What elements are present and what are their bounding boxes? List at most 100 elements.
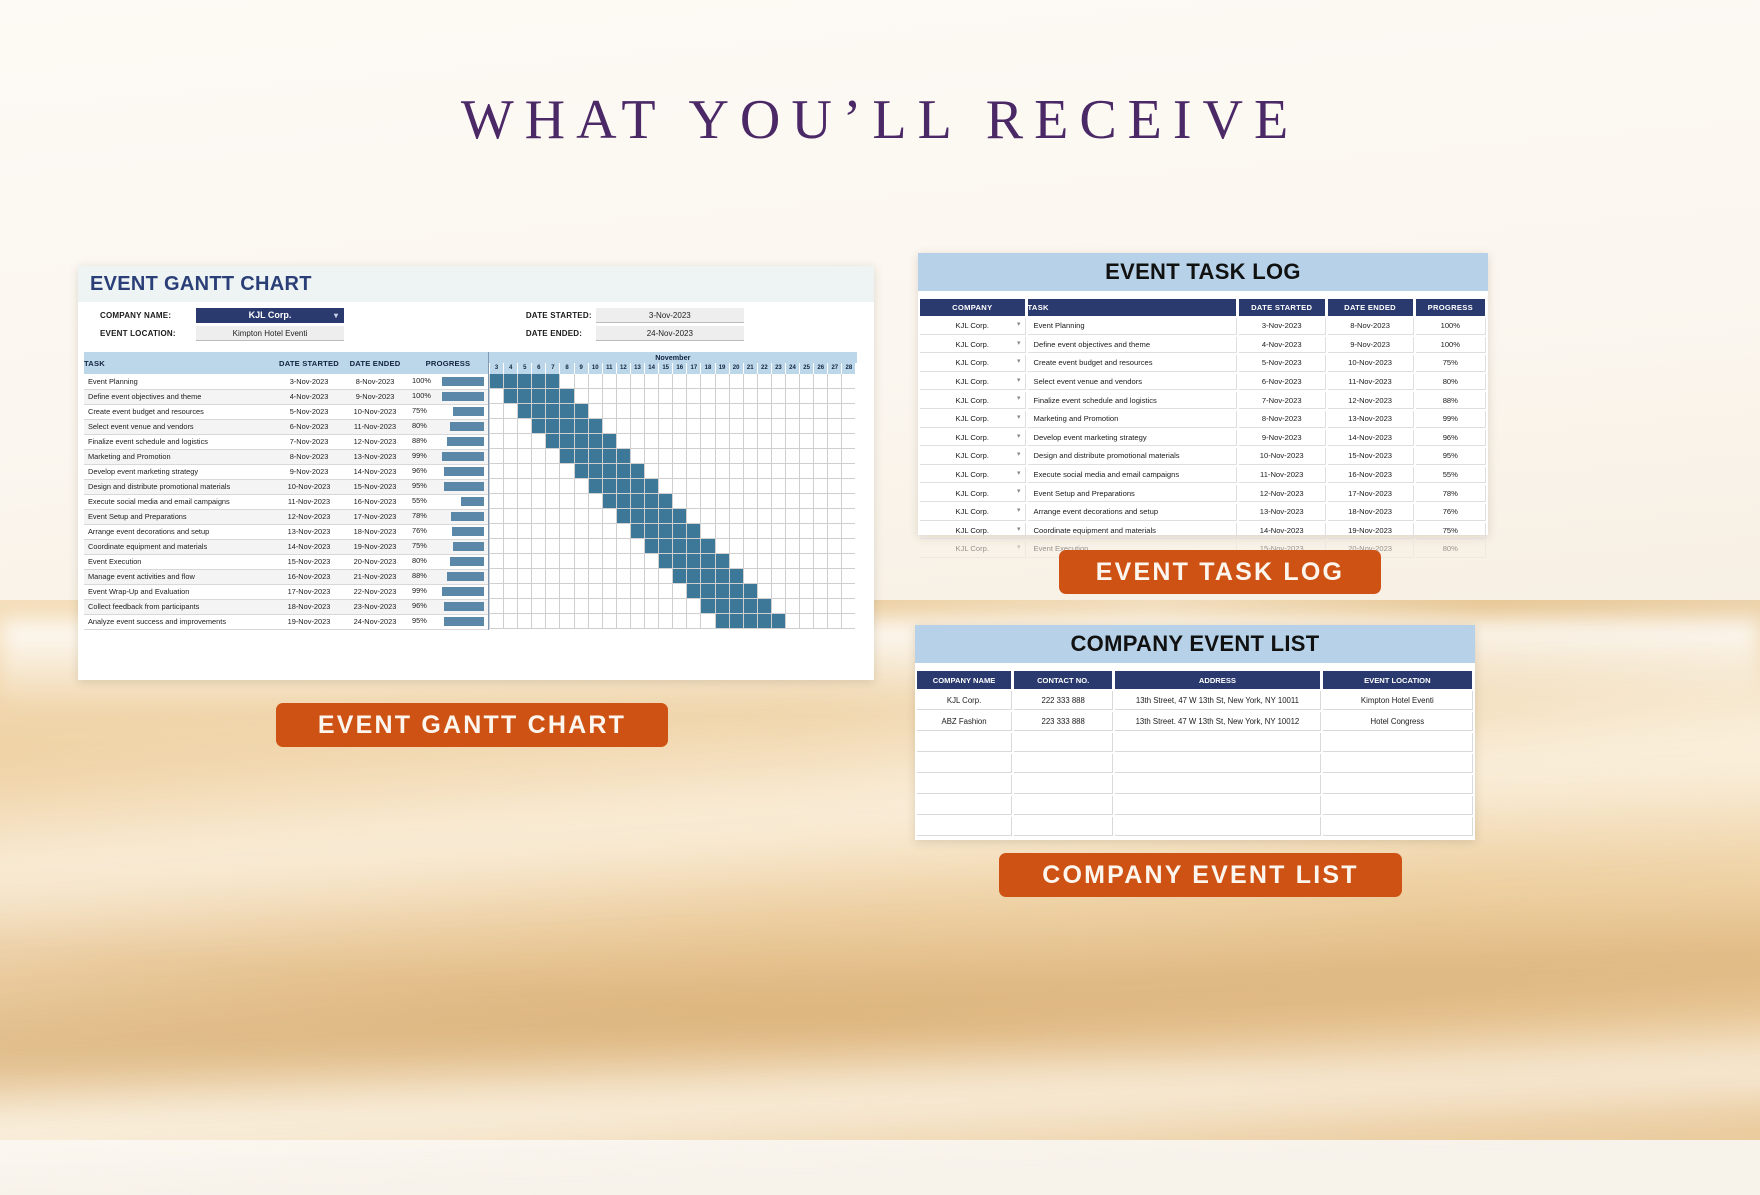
gantt-grid-cell <box>559 509 574 524</box>
company-event-list-card: COMPANY EVENT LIST COMPANY NAME CONTACT … <box>915 625 1475 840</box>
gantt-grid-cell <box>813 554 828 569</box>
gantt-grid-cell <box>545 464 560 479</box>
gantt-grid-cell <box>700 464 715 479</box>
gantt-grid-cell <box>629 404 645 419</box>
gantt-grid-cell <box>545 509 560 524</box>
complist-cell-contact: 223 333 888 <box>1014 712 1114 731</box>
gantt-grid-cell <box>601 569 616 584</box>
gantt-grid-cell <box>827 374 842 389</box>
table-row: Develop event marketing strategy 9-Nov-20… <box>84 464 488 480</box>
chevron-down-icon[interactable]: ▾ <box>1017 394 1021 402</box>
gantt-col-task: TASK <box>84 352 276 374</box>
gantt-cell-date-ended: 20-Nov-2023 <box>342 554 408 570</box>
gantt-day-cell: 19 <box>714 363 729 374</box>
gantt-cell-date-ended: 21-Nov-2023 <box>342 569 408 585</box>
table-row: KJL Corp. ▾ Event Planning 3-Nov-2023 8-Nov-… <box>920 318 1486 335</box>
chevron-down-icon[interactable]: ▾ <box>334 308 338 323</box>
tasklog-cell-progress: 100% <box>1415 318 1486 335</box>
complist-cell-address <box>1115 817 1321 836</box>
chevron-down-icon[interactable]: ▾ <box>1017 376 1021 384</box>
gantt-grid-cell <box>629 554 645 569</box>
chevron-down-icon[interactable]: ▾ <box>1017 525 1021 533</box>
tasklog-cell-company[interactable]: KJL Corp. ▾ <box>920 336 1026 354</box>
gantt-day-cell: 21 <box>742 363 757 374</box>
chevron-down-icon[interactable]: ▾ <box>1017 320 1021 328</box>
gantt-grid-cell <box>559 389 574 404</box>
gantt-cell-progress: 88% <box>408 569 488 585</box>
chevron-down-icon[interactable]: ▾ <box>1017 543 1021 551</box>
tasklog-cell-company[interactable]: KJL Corp. ▾ <box>920 485 1026 502</box>
gantt-cell-date-ended: 18-Nov-2023 <box>342 524 408 540</box>
gantt-grid-cell <box>756 494 771 509</box>
gantt-grid-cell <box>503 434 518 449</box>
gantt-grid-cell <box>545 584 560 599</box>
gantt-grid-cell <box>742 584 757 599</box>
gantt-grid-cell <box>827 449 842 464</box>
gantt-grid-cell <box>629 434 645 449</box>
gantt-day-cell: 16 <box>672 363 687 374</box>
gantt-cell-task: Event Planning <box>84 374 276 390</box>
gantt-grid-cell <box>658 569 673 584</box>
gantt-cell-date-started: 18-Nov-2023 <box>276 599 342 615</box>
tasklog-cell-company[interactable]: KJL Corp. ▾ <box>920 410 1026 428</box>
gantt-cell-date-started: 14-Nov-2023 <box>276 539 342 555</box>
date-started-field[interactable]: 3-Nov-2023 <box>595 308 744 323</box>
gantt-bar-row <box>489 509 857 524</box>
badge-event-gantt-chart: EVENT GANTT CHART <box>276 703 668 747</box>
chevron-down-icon[interactable]: ▾ <box>1017 357 1021 365</box>
gantt-grid-cell <box>517 464 532 479</box>
gantt-grid-cell <box>813 599 828 614</box>
gantt-grid-cell <box>601 494 616 509</box>
gantt-grid-cell <box>714 449 729 464</box>
gantt-grid-cell <box>644 479 659 494</box>
gantt-grid-cell <box>770 524 785 539</box>
gantt-grid-cell <box>587 479 602 494</box>
gantt-cell-progress: 75% <box>408 539 488 555</box>
progress-bar <box>442 587 484 596</box>
date-ended-field[interactable]: 24-Nov-2023 <box>595 326 744 341</box>
gantt-grid-cell <box>573 524 588 539</box>
gantt-grid-cell <box>799 464 814 479</box>
complist-col-company-name: COMPANY NAME <box>917 671 1013 689</box>
gantt-grid-cell <box>742 419 757 434</box>
chevron-down-icon[interactable]: ▾ <box>1017 506 1021 514</box>
gantt-grid-cell <box>658 449 673 464</box>
chevron-down-icon[interactable]: ▾ <box>1017 450 1021 458</box>
tasklog-cell-task: Design and distribute promotional materi… <box>1027 448 1237 465</box>
tasklog-cell-company[interactable]: KJL Corp. ▾ <box>920 392 1026 409</box>
tasklog-cell-company[interactable]: KJL Corp. ▾ <box>920 466 1026 484</box>
tasklog-cell-company[interactable]: KJL Corp. ▾ <box>920 355 1026 372</box>
tasklog-cell-company[interactable]: KJL Corp. ▾ <box>920 373 1026 391</box>
gantt-grid-cell <box>672 569 687 584</box>
gantt-cell-date-ended: 14-Nov-2023 <box>342 464 408 480</box>
tasklog-cell-company[interactable]: KJL Corp. ▾ <box>920 448 1026 465</box>
gantt-grid-cell <box>573 584 588 599</box>
chevron-down-icon[interactable]: ▾ <box>1017 487 1021 495</box>
gantt-grid-cell <box>587 404 602 419</box>
gantt-grid-cell <box>601 554 616 569</box>
gantt-grid-cell <box>559 524 574 539</box>
tasklog-cell-company[interactable]: KJL Corp. ▾ <box>920 429 1026 447</box>
company-name-field[interactable]: KJL Corp. ▾ <box>196 308 344 323</box>
chevron-down-icon[interactable]: ▾ <box>1017 469 1021 477</box>
gantt-grid-cell <box>672 419 687 434</box>
tasklog-cell-date-ended: 17-Nov-2023 <box>1327 485 1414 502</box>
chevron-down-icon[interactable]: ▾ <box>1017 413 1021 421</box>
gantt-grid-cell <box>658 494 673 509</box>
tasklog-cell-company[interactable]: KJL Corp. ▾ <box>920 503 1026 521</box>
tasklog-cell-company[interactable]: KJL Corp. ▾ <box>920 541 1026 558</box>
gantt-grid-cell <box>700 479 715 494</box>
tasklog-cell-company[interactable]: KJL Corp. ▾ <box>920 522 1026 540</box>
gantt-cell-progress: 95% <box>408 479 488 495</box>
tasklog-cell-company[interactable]: KJL Corp. ▾ <box>920 318 1026 335</box>
event-location-field[interactable]: Kimpton Hotel Eventi <box>196 326 344 341</box>
gantt-grid-cell <box>728 599 743 614</box>
gantt-grid-cell <box>742 479 757 494</box>
chevron-down-icon[interactable]: ▾ <box>1017 432 1021 440</box>
gantt-cell-date-ended: 11-Nov-2023 <box>342 419 408 435</box>
gantt-grid-cell <box>517 434 532 449</box>
task-log-title: EVENT TASK LOG <box>1105 259 1301 284</box>
chevron-down-icon[interactable]: ▾ <box>1017 339 1021 347</box>
tasklog-cell-date-started: 7-Nov-2023 <box>1238 392 1326 409</box>
gantt-grid-cell <box>700 419 715 434</box>
